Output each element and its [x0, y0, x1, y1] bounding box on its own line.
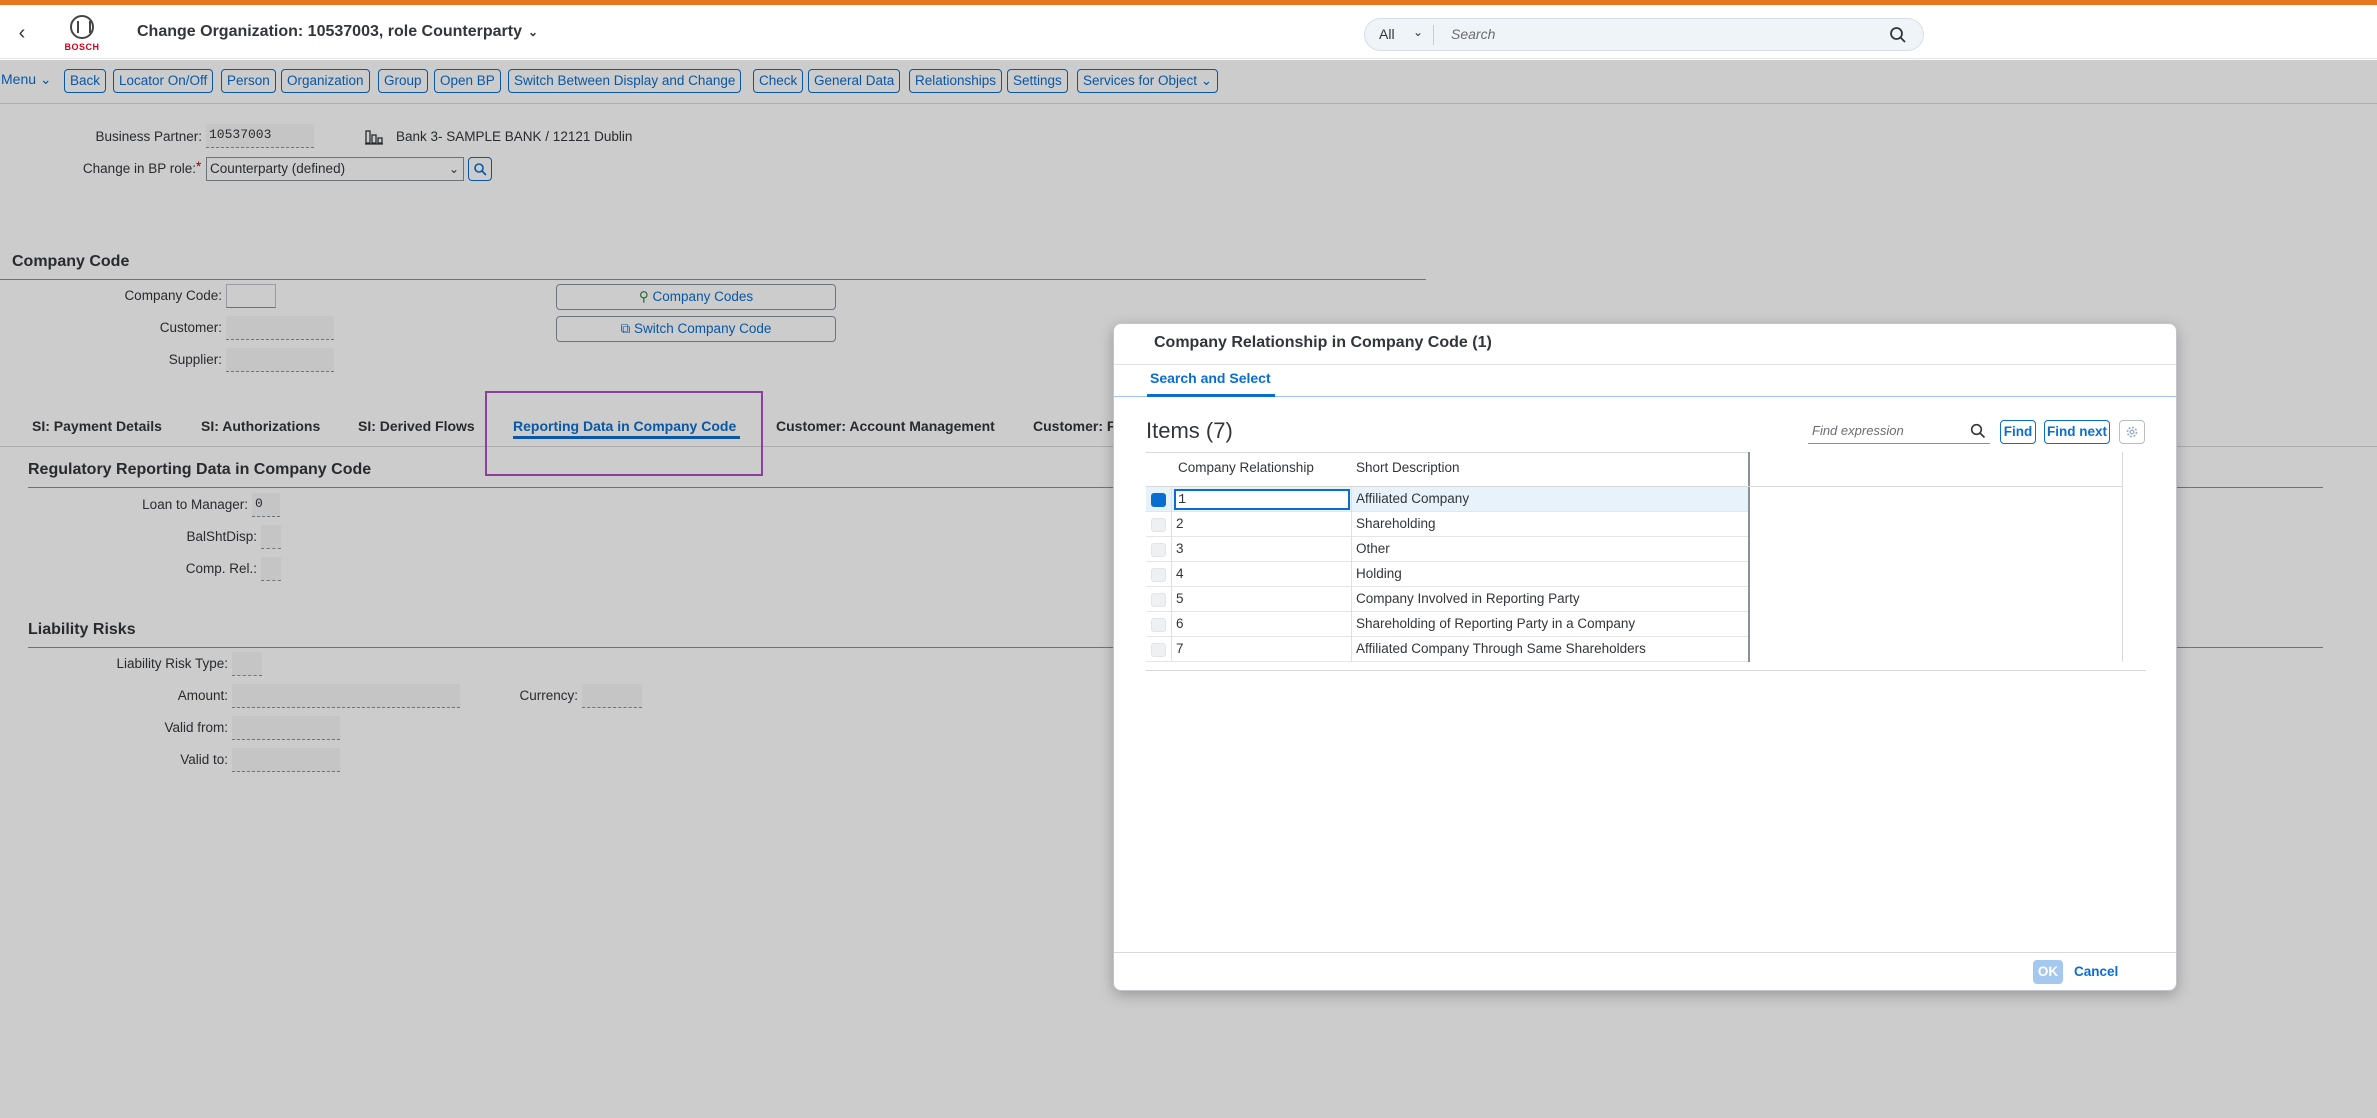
table-row[interactable]: 5 Company Involved in Reporting Party: [1146, 587, 1748, 612]
find-next-button[interactable]: Find next: [2044, 420, 2110, 444]
table-row[interactable]: 1 Affiliated Company: [1146, 487, 1748, 512]
column-divider: [1351, 612, 1352, 637]
logo-ring-icon: [70, 15, 94, 39]
column-divider: [1351, 537, 1352, 562]
cell-relationship[interactable]: 5: [1174, 589, 1350, 610]
column-divider: [1351, 637, 1352, 662]
table-row[interactable]: 3 Other: [1146, 537, 1748, 562]
cell-relationship[interactable]: 3: [1174, 539, 1350, 560]
table-row[interactable]: 7 Affiliated Company Through Same Shareh…: [1146, 637, 1748, 662]
subtab-divider: [1114, 396, 2176, 397]
cell-relationship[interactable]: 6: [1174, 614, 1350, 635]
column-divider: [1351, 562, 1352, 587]
table-settings-button[interactable]: [2119, 420, 2145, 444]
gear-icon: [2126, 426, 2138, 438]
value-help-dialog: Company Relationship in Company Code (1)…: [1113, 323, 2177, 991]
search-scope-select[interactable]: All: [1379, 26, 1395, 42]
cell-relationship[interactable]: 1: [1174, 489, 1350, 510]
column-splitter[interactable]: [1748, 452, 1750, 662]
row-selector[interactable]: [1151, 593, 1166, 607]
results-table: Company Relationship Short Description 1…: [1146, 452, 2146, 674]
shell-bar: ‹ BOSCH Change Organization: 10537003, r…: [0, 5, 2377, 59]
row-selector[interactable]: [1151, 618, 1166, 632]
search-divider: [1433, 25, 1434, 45]
cell-description: Shareholding: [1356, 516, 1436, 531]
find-button[interactable]: Find: [2000, 420, 2036, 444]
tab-search-and-select[interactable]: Search and Select: [1150, 370, 1271, 386]
table-row[interactable]: 4 Holding: [1146, 562, 1748, 587]
find-placeholder: Find expression: [1812, 423, 1904, 438]
cell-relationship[interactable]: 7: [1174, 639, 1350, 660]
items-count-title: Items (7): [1146, 418, 1233, 443]
cell-description: Holding: [1356, 566, 1402, 581]
logo-text: BOSCH: [64, 42, 100, 52]
column-divider: [1171, 562, 1172, 587]
shell-search[interactable]: All ⌄ Search: [1364, 18, 1924, 51]
table-footer-rule: [1146, 670, 2146, 671]
column-divider: [1171, 637, 1172, 662]
column-divider: [1171, 537, 1172, 562]
chevron-down-icon[interactable]: ⌄: [1413, 25, 1423, 39]
search-input[interactable]: Search: [1451, 26, 1495, 42]
dialog-footer-divider: [1114, 952, 2176, 953]
column-divider: [1171, 512, 1172, 537]
chevron-down-icon: ⌄: [528, 25, 539, 39]
cell-description: Shareholding of Reporting Party in a Com…: [1356, 616, 1636, 631]
col-header-description[interactable]: Short Description: [1356, 460, 1460, 475]
cell-description: Affiliated Company: [1356, 491, 1470, 506]
cell-description: Other: [1356, 541, 1390, 556]
row-selector[interactable]: [1151, 643, 1166, 657]
column-divider: [1351, 587, 1352, 612]
column-divider: [1171, 587, 1172, 612]
table-row[interactable]: 2 Shareholding: [1146, 512, 1748, 537]
col-header-relationship[interactable]: Company Relationship: [1178, 460, 1314, 475]
app-title[interactable]: Change Organization: 10537003, role Coun…: [137, 23, 538, 41]
search-icon[interactable]: [1970, 423, 1986, 439]
row-selector[interactable]: [1151, 493, 1166, 507]
row-selector[interactable]: [1151, 543, 1166, 557]
table-right-border: [2122, 452, 2123, 662]
cell-description: Affiliated Company Through Same Sharehol…: [1356, 641, 1646, 656]
row-selector[interactable]: [1151, 568, 1166, 582]
cell-relationship[interactable]: 2: [1174, 514, 1350, 535]
search-icon[interactable]: [1889, 26, 1907, 44]
column-divider: [1171, 487, 1172, 512]
column-divider: [1351, 512, 1352, 537]
back-chevron-icon[interactable]: ‹: [10, 21, 34, 45]
table-row[interactable]: 6 Shareholding of Reporting Party in a C…: [1146, 612, 1748, 637]
bosch-logo[interactable]: BOSCH: [62, 15, 102, 53]
dialog-title: Company Relationship in Company Code (1): [1154, 334, 1492, 351]
cell-relationship[interactable]: 4: [1174, 564, 1350, 585]
column-divider: [1351, 487, 1352, 512]
dialog-header-divider: [1114, 364, 2176, 365]
app-title-text: Change Organization: 10537003, role Coun…: [137, 23, 522, 40]
find-expression-input[interactable]: Find expression: [1808, 420, 1990, 444]
ok-button[interactable]: OK: [2033, 960, 2063, 984]
cancel-button[interactable]: Cancel: [2074, 964, 2118, 979]
cell-description: Company Involved in Reporting Party: [1356, 591, 1580, 606]
column-divider: [1171, 612, 1172, 637]
row-selector[interactable]: [1151, 518, 1166, 532]
